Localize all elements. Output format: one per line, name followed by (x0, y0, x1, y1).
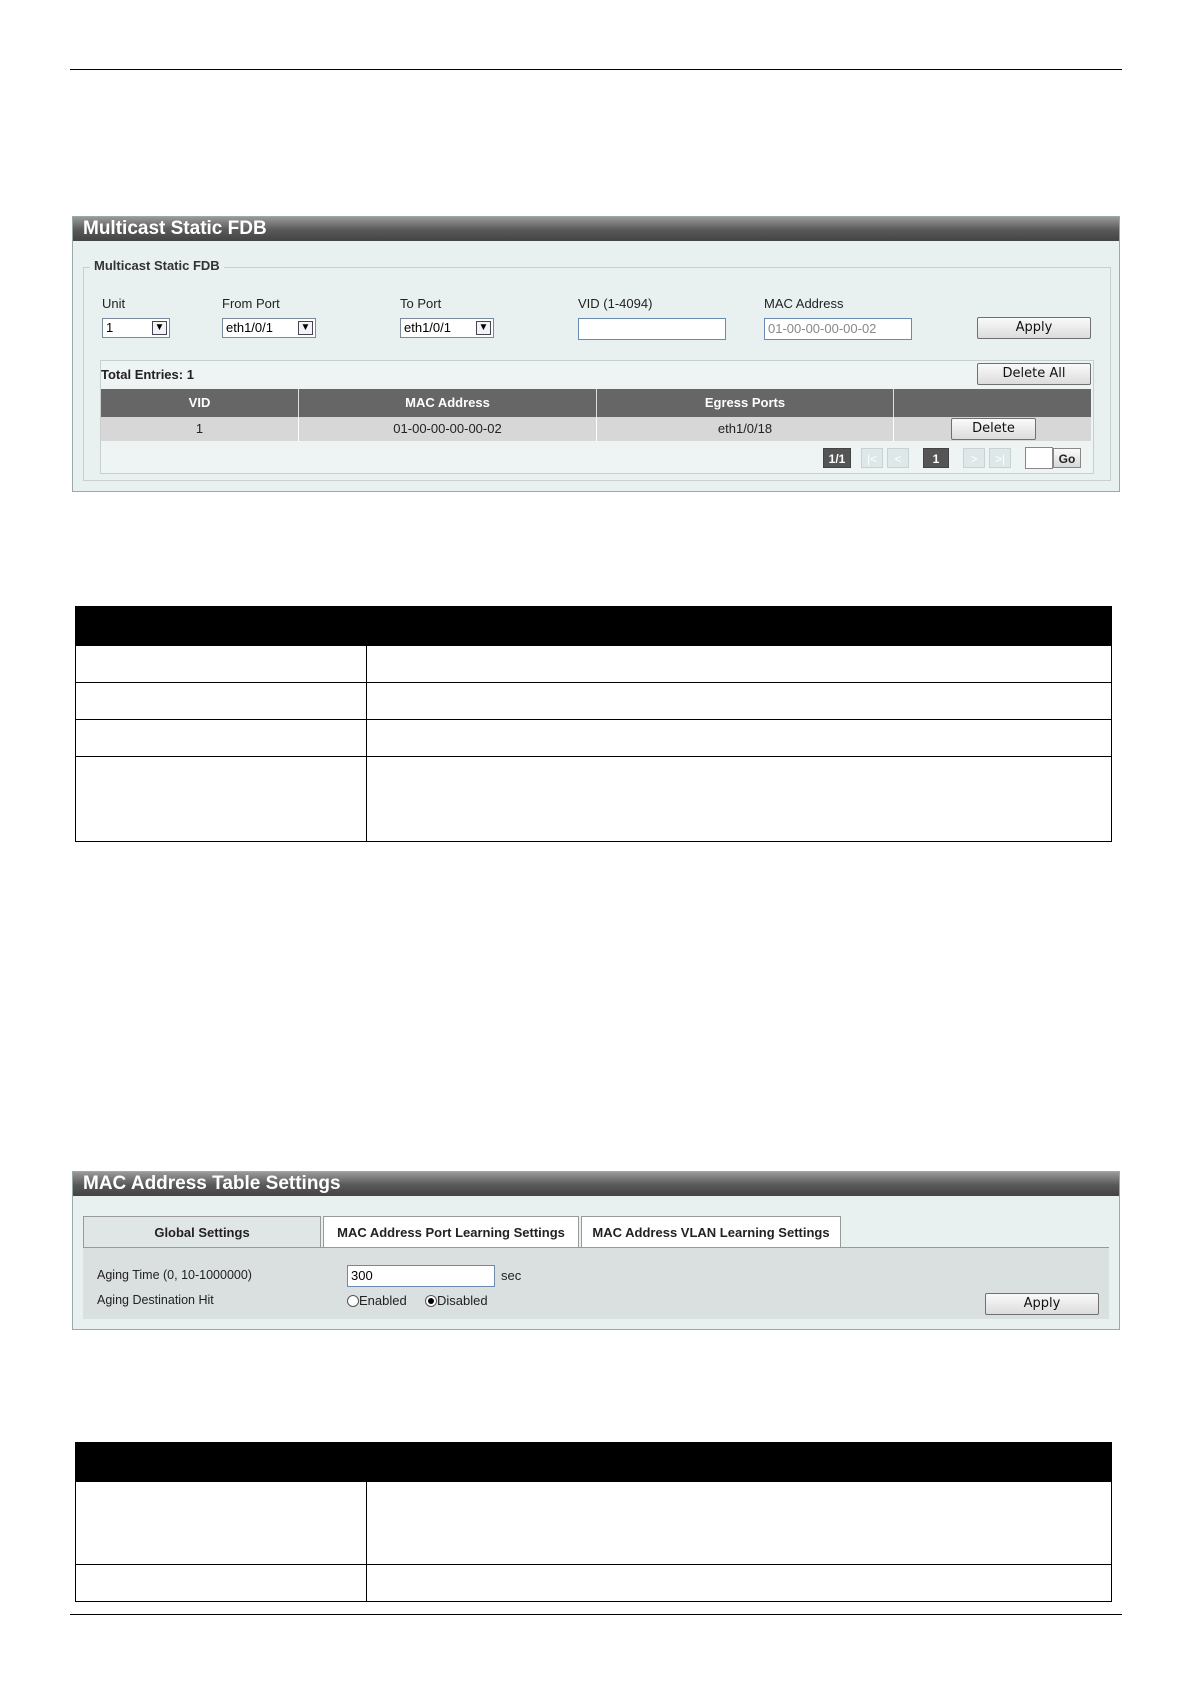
tab-content: Aging Time (0, 10-1000000) 300 sec Aging… (83, 1247, 1109, 1319)
chevron-down-icon: ▼ (298, 321, 313, 335)
multicast-static-fdb-panel: Multicast Static FDB Multicast Static FD… (72, 216, 1120, 492)
page-top-rule (70, 69, 1122, 70)
fieldset-legend: Multicast Static FDB (90, 258, 224, 273)
enabled-radio[interactable] (347, 1295, 359, 1307)
col-header-action (894, 389, 1091, 417)
table-row (75, 682, 1112, 720)
col-header-mac: MAC Address (299, 389, 597, 417)
tab-mac-vlan-learning[interactable]: MAC Address VLAN Learning Settings (581, 1216, 841, 1247)
unit-label: Unit (102, 296, 126, 311)
cell-egress-ports: eth1/0/18 (597, 417, 894, 441)
vid-input[interactable] (578, 318, 726, 340)
aging-time-input[interactable]: 300 (347, 1265, 495, 1287)
cell-vid: 1 (101, 417, 299, 441)
chevron-down-icon: ▼ (152, 321, 167, 335)
mac-address-input[interactable]: 01-00-00-00-00-02 (764, 318, 912, 340)
prev-page-button[interactable]: < (887, 448, 909, 468)
go-button[interactable]: Go (1053, 448, 1081, 468)
delete-all-button[interactable]: Delete All (977, 363, 1091, 385)
from-port-select-value: eth1/0/1 (226, 320, 273, 335)
unit-select[interactable]: 1 ▼ (102, 318, 170, 338)
first-page-button[interactable]: |< (861, 448, 883, 468)
table-header-row (75, 1442, 1112, 1482)
page-info: 1/1 (823, 448, 851, 468)
cell-mac: 01-00-00-00-00-02 (299, 417, 597, 441)
mac-address-table-settings-panel: MAC Address Table Settings Global Settin… (72, 1171, 1120, 1330)
fdb-fieldset: Multicast Static FDB Unit 1 ▼ From Port … (83, 258, 1111, 481)
aging-time-unit: sec (501, 1268, 522, 1283)
to-port-select[interactable]: eth1/0/1 ▼ (400, 318, 494, 338)
panel-title: MAC Address Table Settings (73, 1172, 1119, 1196)
mac-address-label: MAC Address (764, 296, 844, 311)
delete-button[interactable]: Delete (951, 418, 1036, 440)
panel-title: Multicast Static FDB (73, 217, 1119, 241)
chevron-down-icon: ▼ (476, 321, 491, 335)
current-page-button[interactable]: 1 (923, 448, 949, 468)
aging-destination-hit-label: Aging Destination Hit (97, 1293, 214, 1307)
tab-mac-port-learning[interactable]: MAC Address Port Learning Settings (323, 1216, 579, 1247)
table-row (75, 1481, 1112, 1565)
from-port-label: From Port (222, 296, 280, 311)
enabled-radio-group[interactable]: Enabled (347, 1293, 407, 1308)
vid-label: VID (1-4094) (578, 296, 653, 311)
entries-area: Total Entries: 1 Delete All VID MAC Addr… (100, 360, 1094, 474)
to-port-select-value: eth1/0/1 (404, 320, 451, 335)
aging-time-label: Aging Time (0, 10-1000000) (97, 1268, 252, 1282)
next-page-button[interactable]: > (963, 448, 985, 468)
apply-button[interactable]: Apply (977, 317, 1091, 339)
last-page-button[interactable]: >| (989, 448, 1011, 468)
col-header-egress-ports: Egress Ports (597, 389, 894, 417)
mac-settings-description-table (75, 1442, 1112, 1602)
page-bottom-rule (70, 1614, 1122, 1615)
col-header-vid: VID (101, 389, 299, 417)
to-port-label: To Port (400, 296, 442, 311)
settings-tabs: Global Settings MAC Address Port Learnin… (83, 1216, 1109, 1320)
apply-button[interactable]: Apply (985, 1293, 1099, 1315)
unit-select-value: 1 (106, 320, 114, 335)
page-number-input[interactable] (1025, 447, 1053, 469)
fdb-description-table (75, 606, 1112, 842)
tab-global-settings[interactable]: Global Settings (83, 1216, 321, 1247)
table-header-row (75, 606, 1112, 646)
enabled-label: Enabled (359, 1293, 407, 1308)
total-entries: Total Entries: 1 (101, 367, 194, 382)
table-row (75, 645, 1112, 683)
from-port-select[interactable]: eth1/0/1 ▼ (222, 318, 316, 338)
table-row (75, 756, 1112, 842)
disabled-radio[interactable] (425, 1295, 437, 1307)
table-row (75, 719, 1112, 757)
table-row (75, 1564, 1112, 1602)
disabled-label: Disabled (437, 1293, 488, 1308)
disabled-radio-group[interactable]: Disabled (425, 1293, 488, 1308)
